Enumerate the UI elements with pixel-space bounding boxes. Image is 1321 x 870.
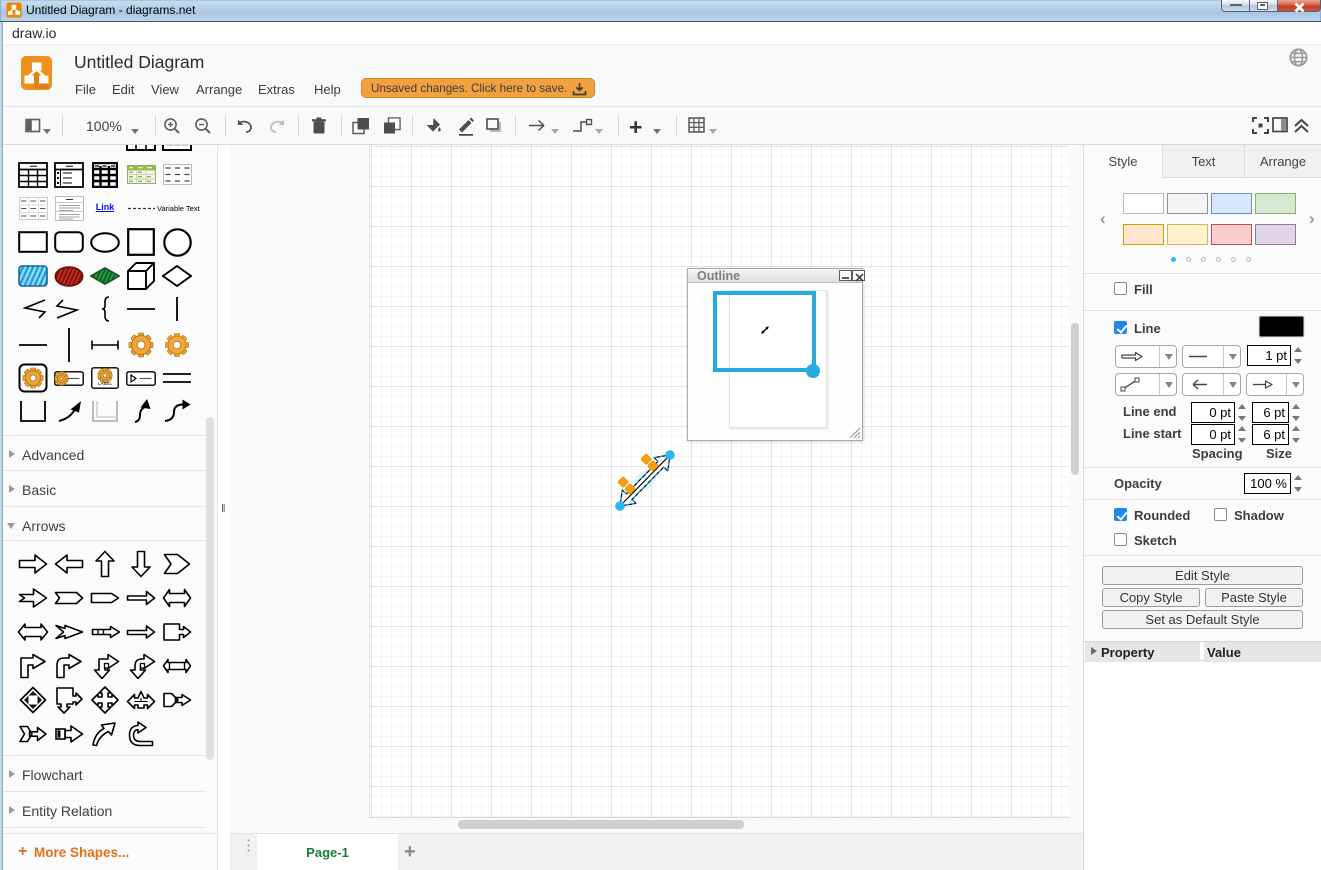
svg-text:LABEL: LABEL xyxy=(98,381,113,386)
